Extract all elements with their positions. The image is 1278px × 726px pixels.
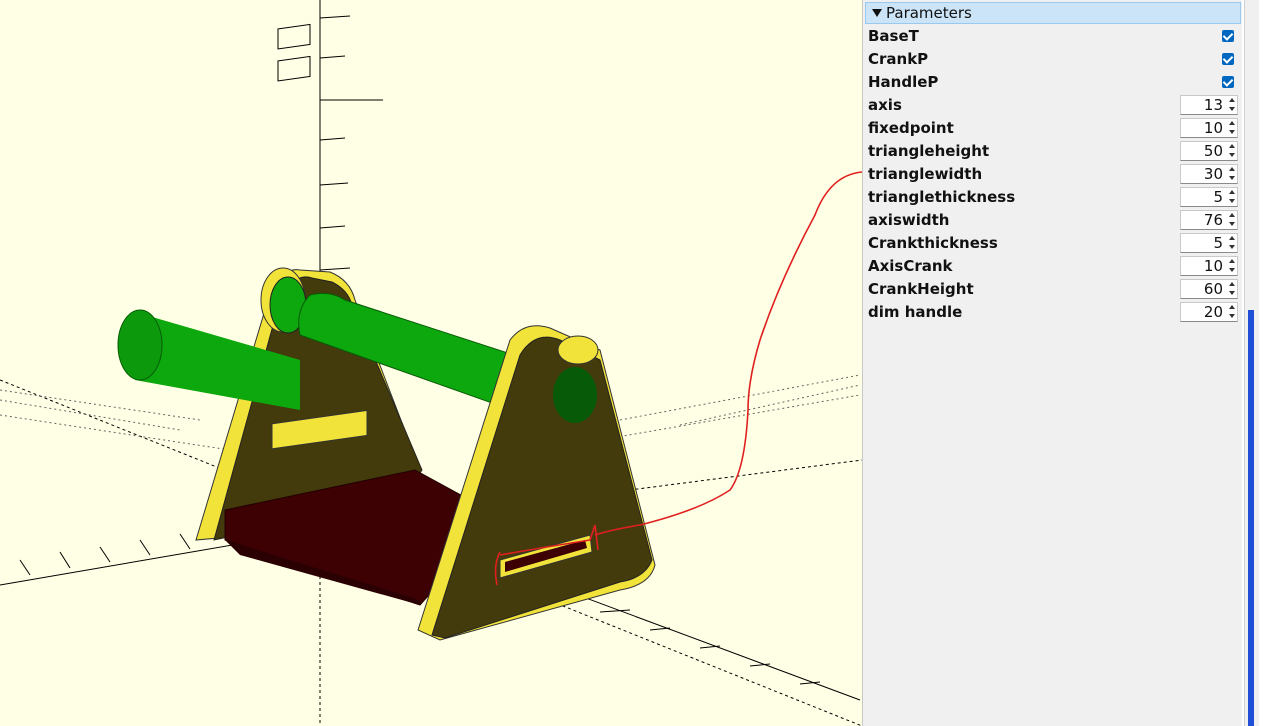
- param-label: Crankthickness: [868, 233, 998, 252]
- spin-up-icon[interactable]: [1228, 190, 1235, 194]
- param-label: trianglewidth: [868, 164, 983, 183]
- axis-spinbox[interactable]: 13: [1180, 94, 1238, 115]
- spin-arrows[interactable]: [1226, 188, 1237, 206]
- param-label: HandleP: [868, 72, 939, 91]
- spin-arrows[interactable]: [1226, 234, 1237, 252]
- crankthickness-spinbox[interactable]: 5: [1180, 232, 1238, 253]
- spin-down-icon[interactable]: [1228, 130, 1235, 134]
- spin-up-icon[interactable]: [1228, 213, 1235, 217]
- crankheight-spinbox[interactable]: 60: [1180, 278, 1238, 299]
- parameters-header[interactable]: Parameters: [865, 2, 1241, 24]
- param-row-axis: axis 13: [868, 93, 1238, 116]
- param-row-crankheight: CrankHeight 60: [868, 277, 1238, 300]
- param-row-crankp: CrankP: [868, 47, 1238, 70]
- spin-value: 30: [1203, 164, 1223, 183]
- spin-arrows[interactable]: [1226, 303, 1237, 321]
- collapse-arrow-icon[interactable]: [872, 9, 882, 17]
- param-label: CrankP: [868, 49, 929, 68]
- spin-value: 20: [1203, 302, 1223, 321]
- dashed-grid: [0, 374, 861, 451]
- spin-value: 5: [1213, 187, 1223, 206]
- spin-up-icon[interactable]: [1228, 98, 1235, 102]
- param-label: BaseT: [868, 26, 919, 45]
- editor-accent-strip: [1248, 310, 1254, 726]
- param-label: triangleheight: [868, 141, 990, 160]
- spin-up-icon[interactable]: [1228, 144, 1235, 148]
- spin-down-icon[interactable]: [1228, 245, 1235, 249]
- spin-arrows[interactable]: [1226, 211, 1237, 229]
- handlep-checkbox[interactable]: [1222, 75, 1234, 88]
- triangleheight-spinbox[interactable]: 50: [1180, 140, 1238, 161]
- baset-checkbox[interactable]: [1222, 29, 1234, 42]
- spin-value: 10: [1203, 256, 1223, 275]
- spin-down-icon[interactable]: [1228, 222, 1235, 226]
- spin-value: 76: [1203, 210, 1223, 229]
- param-row-trianglethickness: trianglethickness 5: [868, 185, 1238, 208]
- spin-value: 13: [1203, 95, 1223, 114]
- param-label: CrankHeight: [868, 279, 974, 298]
- spin-up-icon[interactable]: [1228, 305, 1235, 309]
- spin-down-icon[interactable]: [1228, 268, 1235, 272]
- param-label: axis: [868, 95, 902, 114]
- param-label: dim handle: [868, 302, 963, 321]
- spin-arrows[interactable]: [1226, 280, 1237, 298]
- param-row-crankthickness: Crankthickness 5: [868, 231, 1238, 254]
- dim-handle-spinbox[interactable]: 20: [1180, 301, 1238, 322]
- param-label: trianglethickness: [868, 187, 1016, 206]
- spin-down-icon[interactable]: [1228, 291, 1235, 295]
- spin-arrows[interactable]: [1226, 119, 1237, 137]
- param-row-dim-handle: dim handle 20: [868, 300, 1238, 323]
- spin-arrows[interactable]: [1226, 96, 1237, 114]
- param-row-axiswidth: axiswidth 76: [868, 208, 1238, 231]
- param-row-triangleheight: triangleheight 50: [868, 139, 1238, 162]
- spin-up-icon[interactable]: [1228, 167, 1235, 171]
- spin-down-icon[interactable]: [1228, 153, 1235, 157]
- trianglewidth-spinbox[interactable]: 30: [1180, 163, 1238, 184]
- spin-value: 50: [1203, 141, 1223, 160]
- spin-down-icon[interactable]: [1228, 176, 1235, 180]
- param-row-axiscrank: AxisCrank 10: [868, 254, 1238, 277]
- trianglethickness-spinbox[interactable]: 5: [1180, 186, 1238, 207]
- param-row-handlep: HandleP: [868, 70, 1238, 93]
- spin-value: 5: [1213, 233, 1223, 252]
- param-label: axiswidth: [868, 210, 950, 229]
- spin-up-icon[interactable]: [1228, 282, 1235, 286]
- spin-down-icon[interactable]: [1228, 314, 1235, 318]
- axiswidth-spinbox[interactable]: 76: [1180, 209, 1238, 230]
- spin-up-icon[interactable]: [1228, 121, 1235, 125]
- fixedpoint-spinbox[interactable]: 10: [1180, 117, 1238, 138]
- param-label: fixedpoint: [868, 118, 954, 137]
- crankp-checkbox[interactable]: [1222, 52, 1234, 65]
- spin-arrows[interactable]: [1226, 142, 1237, 160]
- spin-down-icon[interactable]: [1228, 199, 1235, 203]
- parameters-title: Parameters: [886, 4, 972, 22]
- spin-value: 60: [1203, 279, 1223, 298]
- model-render: [0, 0, 862, 726]
- spin-arrows[interactable]: [1226, 257, 1237, 275]
- spin-down-icon[interactable]: [1228, 107, 1235, 111]
- parameters-panel: Parameters BaseT CrankP HandleP axis 13 …: [862, 0, 1242, 726]
- param-label: AxisCrank: [868, 256, 953, 275]
- param-row-fixedpoint: fixedpoint 10: [868, 116, 1238, 139]
- 3d-viewport[interactable]: [0, 0, 862, 726]
- param-row-baset: BaseT: [868, 24, 1238, 47]
- spin-arrows[interactable]: [1226, 165, 1237, 183]
- spin-value: 10: [1203, 118, 1223, 137]
- right-scrollbar[interactable]: [1242, 0, 1278, 726]
- param-row-trianglewidth: trianglewidth 30: [868, 162, 1238, 185]
- axiscrank-spinbox[interactable]: 10: [1180, 255, 1238, 276]
- spin-up-icon[interactable]: [1228, 236, 1235, 240]
- spin-up-icon[interactable]: [1228, 259, 1235, 263]
